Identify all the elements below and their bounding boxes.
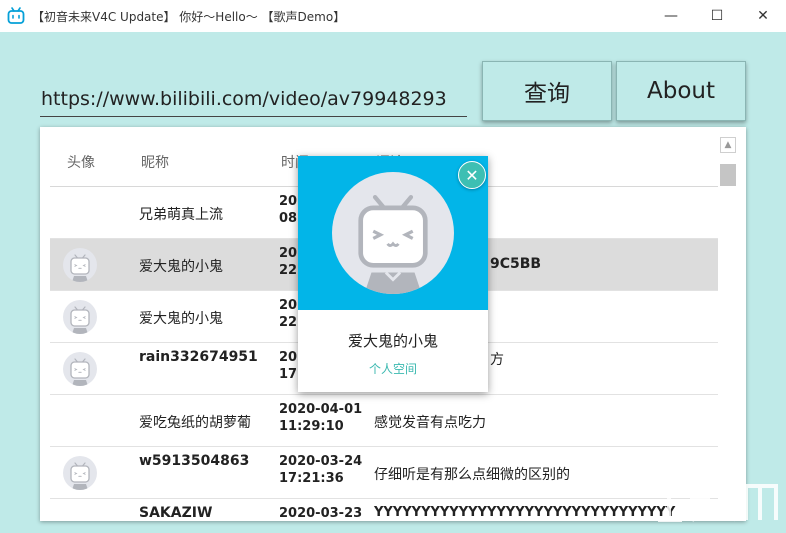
row-nickname: 爱大鬼的小鬼 bbox=[139, 311, 223, 327]
title-bar: 【初音未来V4C Update】 你好～Hello～ 【歌声Demo】 — ☐ … bbox=[0, 0, 786, 32]
watermark-logo bbox=[658, 482, 778, 522]
video-url-input[interactable] bbox=[40, 82, 467, 117]
row-comment: YYYYYYYYYYYYYYYYYYYYYYYYYYYYYYYY bbox=[374, 505, 676, 520]
row-nickname: w5913504863 bbox=[139, 453, 250, 469]
table-row[interactable]: SAKAZIW 2020-03-23 YYYYYYYYYYYYYYYYYYYYYYY… bbox=[50, 499, 718, 521]
close-icon[interactable]: ✕ bbox=[458, 161, 486, 189]
header-nickname: 昵称 bbox=[141, 155, 169, 171]
tv-mascot-avatar-icon[interactable] bbox=[63, 248, 97, 282]
personal-space-link[interactable]: 个人空间 bbox=[298, 360, 488, 377]
tv-mascot-avatar-icon[interactable] bbox=[63, 300, 97, 334]
row-nickname: rain332674951 bbox=[139, 349, 258, 365]
table-row[interactable]: 爱吃兔纸的胡萝葡 2020-04-01 11:29:10 感觉发音有点吃力 bbox=[50, 395, 718, 447]
row-comment: 方 bbox=[490, 352, 504, 368]
tv-mascot-avatar-icon bbox=[332, 172, 454, 294]
bilibili-tv-icon bbox=[7, 7, 25, 24]
maximize-button[interactable]: ☐ bbox=[694, 0, 740, 32]
row-comment: 感觉发音有点吃力 bbox=[374, 415, 486, 431]
row-nickname: 爱大鬼的小鬼 bbox=[139, 259, 223, 275]
window-title: 【初音未来V4C Update】 你好～Hello～ 【歌声Demo】 bbox=[32, 10, 346, 24]
row-date: 2020-04-01 bbox=[279, 402, 363, 417]
user-card-name: 爱大鬼的小鬼 bbox=[347, 332, 438, 350]
user-card-popup: 爱大鬼的小鬼 个人空间 bbox=[298, 156, 488, 392]
row-nickname: SAKAZIW bbox=[139, 505, 213, 521]
minimize-button[interactable]: — bbox=[648, 0, 694, 32]
tv-mascot-avatar-icon[interactable] bbox=[63, 456, 97, 490]
header-avatar: 头像 bbox=[67, 155, 95, 171]
scroll-up-arrow-icon[interactable]: ▲ bbox=[720, 137, 736, 153]
row-time: 2020-04-01 11:29:10 bbox=[279, 401, 362, 435]
query-button[interactable]: 查询 bbox=[482, 61, 612, 121]
about-button[interactable]: About bbox=[616, 61, 746, 121]
row-date: 2020-03-24 bbox=[279, 454, 363, 469]
row-comment: 仔细听是有那么点细微的区别的 bbox=[374, 467, 570, 483]
row-time: 2020-03-24 17:21:36 bbox=[279, 453, 362, 487]
table-row[interactable]: w5913504863 2020-03-24 17:21:36 仔细听是有那么点细微的… bbox=[50, 447, 718, 499]
close-window-button[interactable]: ✕ bbox=[740, 0, 786, 32]
row-comment: 9C5BB bbox=[490, 256, 542, 272]
row-nickname: 兄弟萌真上流 bbox=[139, 207, 223, 223]
row-nickname: 爱吃兔纸的胡萝葡 bbox=[139, 415, 251, 431]
row-time: 2020-03-23 bbox=[279, 505, 362, 521]
row-clock: 11:29:10 bbox=[279, 419, 344, 434]
row-clock: 17:21:36 bbox=[279, 471, 344, 486]
scrollbar-thumb[interactable] bbox=[720, 164, 736, 186]
tv-mascot-avatar-icon[interactable] bbox=[63, 352, 97, 386]
row-date: 2020-03-23 bbox=[279, 506, 363, 521]
